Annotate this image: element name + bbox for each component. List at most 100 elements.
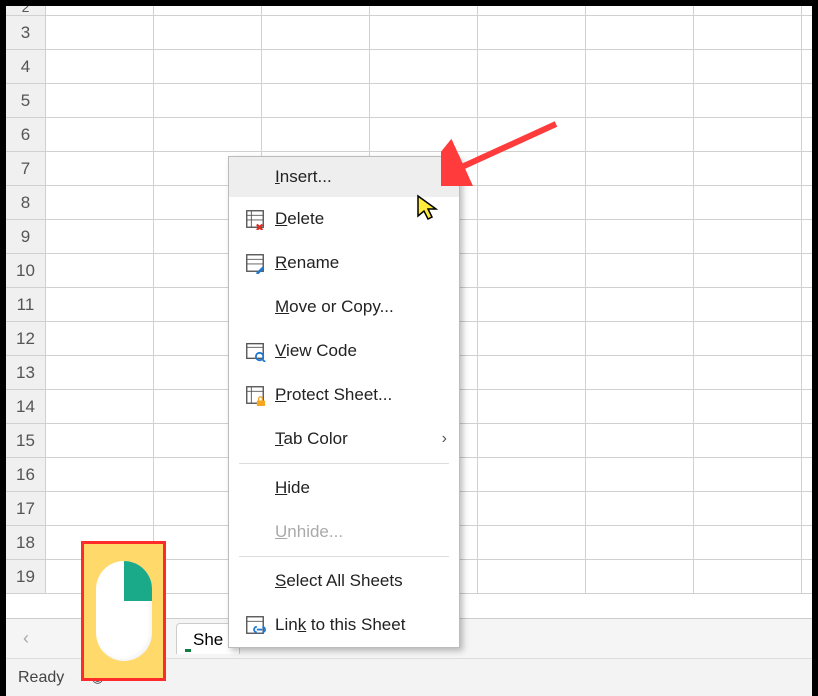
cell[interactable] [46,118,154,151]
grid-row[interactable]: 4 [6,50,812,84]
cell[interactable] [46,458,154,491]
cell[interactable] [478,254,586,287]
row-header[interactable]: 14 [6,390,46,423]
cell[interactable] [46,84,154,117]
row-header[interactable]: 5 [6,84,46,117]
cell[interactable] [478,152,586,185]
row-header[interactable]: 16 [6,458,46,491]
grid-row[interactable]: 6 [6,118,812,152]
cell[interactable] [478,288,586,321]
grid-row[interactable]: 2 [6,6,812,16]
cell[interactable] [586,6,694,15]
sheet-nav-left-icon[interactable]: ‹ [6,619,46,658]
menu-protect-sheet[interactable]: Protect Sheet... [229,373,459,417]
cell[interactable] [262,6,370,15]
cell[interactable] [586,16,694,49]
menu-delete[interactable]: Delete [229,197,459,241]
cell[interactable] [586,118,694,151]
cell[interactable] [478,322,586,355]
cell[interactable] [478,84,586,117]
cell[interactable] [262,50,370,83]
row-header[interactable]: 11 [6,288,46,321]
cell[interactable] [478,390,586,423]
cell[interactable] [586,526,694,559]
cell[interactable] [46,322,154,355]
row-header[interactable]: 8 [6,186,46,219]
menu-rename[interactable]: Rename [229,241,459,285]
cell[interactable] [694,526,802,559]
cell[interactable] [46,152,154,185]
cell[interactable] [478,16,586,49]
menu-move-copy[interactable]: Move or Copy... [229,285,459,329]
cell[interactable] [586,254,694,287]
cell[interactable] [262,118,370,151]
cell[interactable] [694,220,802,253]
menu-view-code[interactable]: View Code [229,329,459,373]
cell[interactable] [370,6,478,15]
row-header[interactable]: 17 [6,492,46,525]
grid-row[interactable]: 5 [6,84,812,118]
cell[interactable] [478,118,586,151]
cell[interactable] [586,50,694,83]
cell[interactable] [586,458,694,491]
cell[interactable] [154,16,262,49]
row-header[interactable]: 15 [6,424,46,457]
cell[interactable] [46,424,154,457]
row-header[interactable]: 12 [6,322,46,355]
cell[interactable] [586,186,694,219]
cell[interactable] [262,84,370,117]
cell[interactable] [478,50,586,83]
cell[interactable] [154,50,262,83]
cell[interactable] [154,6,262,15]
cell[interactable] [478,186,586,219]
row-header[interactable]: 10 [6,254,46,287]
cell[interactable] [694,492,802,525]
cell[interactable] [370,16,478,49]
cell[interactable] [586,390,694,423]
cell[interactable] [46,288,154,321]
cell[interactable] [694,458,802,491]
cell[interactable] [694,322,802,355]
cell[interactable] [478,526,586,559]
cell[interactable] [694,152,802,185]
cell[interactable] [586,424,694,457]
cell[interactable] [478,356,586,389]
cell[interactable] [46,50,154,83]
cell[interactable] [586,152,694,185]
grid-row[interactable]: 3 [6,16,812,50]
cell[interactable] [586,322,694,355]
cell[interactable] [370,84,478,117]
row-header[interactable]: 4 [6,50,46,83]
cell[interactable] [694,560,802,593]
cell[interactable] [694,390,802,423]
menu-insert[interactable]: Insert... [229,157,459,197]
menu-tab-color[interactable]: Tab Color › [229,417,459,461]
row-header[interactable]: 2 [6,6,46,15]
cell[interactable] [46,6,154,15]
cell[interactable] [586,288,694,321]
cell[interactable] [46,492,154,525]
cell[interactable] [694,186,802,219]
cell[interactable] [694,288,802,321]
cell[interactable] [586,84,694,117]
cell[interactable] [586,560,694,593]
cell[interactable] [154,118,262,151]
cell[interactable] [46,254,154,287]
cell[interactable] [370,50,478,83]
cell[interactable] [46,220,154,253]
cell[interactable] [46,390,154,423]
cell[interactable] [586,492,694,525]
cell[interactable] [478,492,586,525]
row-header[interactable]: 9 [6,220,46,253]
cell[interactable] [586,356,694,389]
cell[interactable] [46,186,154,219]
row-header[interactable]: 19 [6,560,46,593]
cell[interactable] [478,424,586,457]
cell[interactable] [478,6,586,15]
cell[interactable] [694,16,802,49]
cell[interactable] [694,6,802,15]
cell[interactable] [694,118,802,151]
row-header[interactable]: 7 [6,152,46,185]
cell[interactable] [262,16,370,49]
cell[interactable] [586,220,694,253]
